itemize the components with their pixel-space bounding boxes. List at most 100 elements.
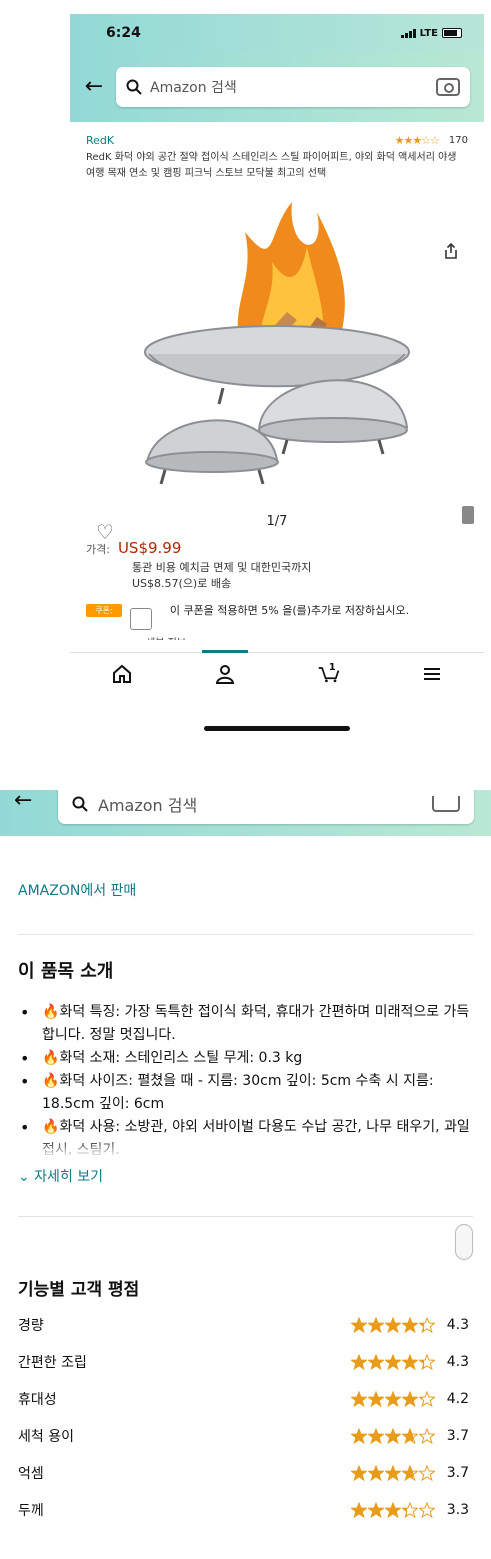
fade-mask — [0, 1138, 491, 1158]
list-item: 🔥화덕 사이즈: 펼쳤을 때 - 지름: 30cm 깊이: 5cm 수축 시 지… — [18, 1070, 473, 1116]
search-input[interactable]: Amazon 검색 — [116, 67, 470, 107]
star-icon — [351, 1316, 367, 1333]
heart-icon[interactable]: ♡ — [96, 520, 114, 544]
home-icon[interactable] — [110, 662, 134, 686]
rating-value: 3.3 — [446, 1501, 469, 1518]
scroll-handle[interactable] — [455, 1224, 473, 1260]
rating-value: 3.7 — [446, 1464, 469, 1481]
camera-icon[interactable] — [436, 78, 460, 96]
shipping-info: 통관 비용 예치금 면제 및 대한민국까지 US$8.57(으)로 배송 — [132, 560, 468, 592]
flame-icon: 🔥 — [42, 1050, 60, 1066]
share-icon[interactable] — [442, 242, 460, 260]
star-icon — [402, 1464, 418, 1481]
see-more-link[interactable]: ⌄ 자세히 보기 — [18, 1166, 491, 1186]
flame-icon: 🔥 — [42, 1004, 60, 1020]
list-item: 🔥화덕 특징: 가장 독특한 접이식 화덕, 휴대가 간편하며 미래적으로 가득… — [18, 1001, 473, 1047]
rating-row: 두께 3.3 — [18, 1491, 469, 1528]
star-icon — [385, 1427, 401, 1444]
rating-value: 4.3 — [446, 1353, 469, 1370]
brand-row: RedK ★★★☆☆ 170 — [86, 134, 468, 147]
star-icon — [385, 1390, 401, 1407]
signal-icon — [400, 28, 416, 38]
divider — [18, 934, 473, 935]
bullet-text: 화덕 소재: 스테인리스 스틸 무게: 0.3 kg — [59, 1050, 303, 1066]
star-icon — [351, 1464, 367, 1481]
rating-label: 억셈 — [18, 1465, 44, 1482]
status-indicators: LTE — [400, 27, 462, 39]
star-icon — [419, 1353, 435, 1370]
star-icon — [368, 1390, 384, 1407]
rating-row: 경량 4.3 — [18, 1306, 469, 1343]
product-title: RedK 화덕 야외 공간 절약 접이식 스테인리스 스틸 파이어피트, 야외 … — [86, 152, 457, 179]
star-icon — [402, 1353, 418, 1370]
star-icon — [419, 1501, 435, 1518]
search-icon-2 — [72, 796, 88, 812]
back-arrow-icon-2[interactable]: ← — [14, 790, 32, 812]
rating-label: 휴대성 — [18, 1391, 57, 1408]
rating-stars — [351, 1427, 435, 1444]
nav-active-indicator — [202, 650, 248, 653]
rating-summary[interactable]: ★★★☆☆ 170 — [395, 134, 468, 147]
back-arrow-icon[interactable]: ← — [80, 76, 108, 98]
star-icon — [419, 1316, 435, 1333]
bullet-text: 화덕 특징: 가장 독특한 접이식 화덕, 휴대가 간편하며 미래적으로 가득합… — [42, 1004, 470, 1043]
rating-row: 간편한 조립 4.3 — [18, 1343, 469, 1380]
account-icon[interactable] — [213, 662, 237, 686]
star-icon — [385, 1353, 401, 1370]
star-icon — [368, 1353, 384, 1370]
coupon-badge: 쿠폰: — [86, 604, 122, 617]
rating-label: 경량 — [18, 1317, 44, 1334]
menu-icon[interactable] — [420, 662, 444, 686]
star-icon — [351, 1427, 367, 1444]
product-screen: 6:24 LTE ← Amazon 검색 RedK ★★★☆☆ 170 RedK… — [70, 14, 484, 734]
brand-link[interactable]: RedK — [86, 134, 114, 147]
shipping-line-1: 통관 비용 예치금 면제 및 대한민국까지 — [132, 561, 312, 574]
rating-value: 3.7 — [446, 1427, 469, 1444]
seller-link[interactable]: AMAZON에서 판매 — [18, 880, 491, 900]
rating-value: 4.2 — [446, 1390, 469, 1407]
feature-ratings: 경량 4.3 간편한 조립 4.3 휴대성 4.2 세척 용이 3.7 억셈 3… — [0, 1306, 491, 1528]
star-icon — [368, 1464, 384, 1481]
flame-icon: 🔥 — [42, 1073, 60, 1089]
search-icon — [126, 79, 142, 95]
status-bar: 6:24 LTE — [70, 14, 484, 52]
image-counter: 1/7 — [266, 514, 288, 529]
star-icon — [402, 1501, 418, 1518]
rating-label: 세척 용이 — [18, 1428, 74, 1445]
rating-stars — [351, 1316, 435, 1333]
star-icon — [419, 1427, 435, 1444]
search-header-2: ← Amazon 검색 — [0, 790, 491, 836]
cart-icon[interactable]: 1 — [317, 662, 341, 686]
flame-icon: 🔥 — [42, 1119, 60, 1135]
rating-row: 억셈 3.7 — [18, 1454, 469, 1491]
star-icon — [402, 1427, 418, 1444]
price-row: 가격: US$9.99 — [86, 539, 468, 557]
rating-stars — [351, 1501, 435, 1518]
network-label: LTE — [419, 27, 438, 39]
star-icon — [351, 1501, 367, 1518]
star-icon — [368, 1427, 384, 1444]
rating-row: 휴대성 4.2 — [18, 1380, 469, 1417]
coupon-checkbox[interactable] — [129, 608, 152, 630]
status-time: 6:24 — [106, 25, 141, 41]
search-header: ← Amazon 검색 — [70, 52, 484, 122]
star-icon — [419, 1390, 435, 1407]
star-icon — [402, 1390, 418, 1407]
camera-icon-2[interactable] — [432, 796, 460, 812]
rating-row: 세척 용이 3.7 — [18, 1417, 469, 1454]
star-icon — [385, 1501, 401, 1518]
price-block: 가격: US$9.99 통관 비용 예치금 면제 및 대한민국까지 US$8.5… — [70, 529, 484, 640]
details-link[interactable]: 세부 정보 — [146, 634, 468, 640]
product-image[interactable] — [127, 192, 427, 506]
detail-screen: ← Amazon 검색 AMAZON에서 판매 이 품목 소개 🔥화덕 특징: … — [0, 790, 491, 1559]
rating-label: 두께 — [18, 1502, 44, 1519]
bottom-nav: 1 — [70, 650, 484, 694]
rating-value: 4.3 — [446, 1316, 469, 1333]
review-count: 170 — [448, 135, 468, 146]
product-block: RedK ★★★☆☆ 170 RedK 화덕 야외 공간 절약 접이식 스테인리… — [70, 122, 484, 544]
rating-stars — [351, 1390, 435, 1407]
rating-label: 간편한 조립 — [18, 1354, 87, 1371]
search-input-2[interactable]: Amazon 검색 — [58, 790, 474, 824]
side-badge-icon — [462, 506, 474, 524]
rating-stars-icon: ★★★☆☆ — [394, 134, 440, 147]
